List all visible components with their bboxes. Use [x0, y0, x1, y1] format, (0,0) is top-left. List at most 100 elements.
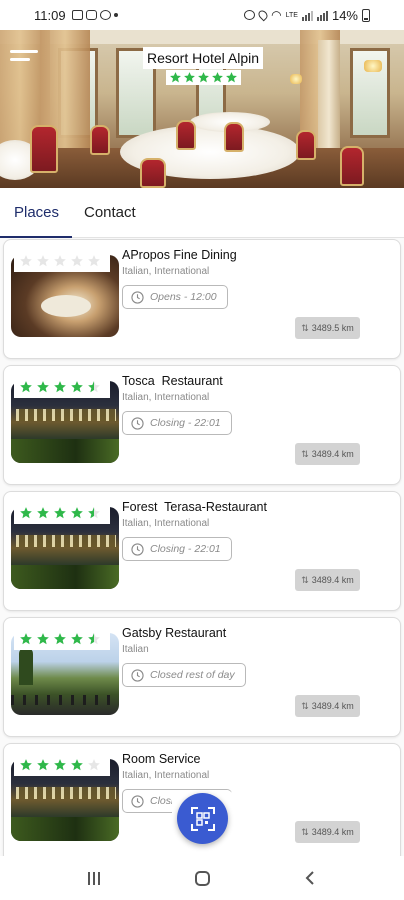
place-name: Room Service: [122, 752, 201, 766]
clock-icon: [131, 542, 144, 556]
opening-status: Closing - 22:01: [122, 411, 232, 435]
system-nav-bar: [0, 856, 404, 900]
hotel-name: Resort Hotel Alpin: [142, 47, 264, 69]
up-down-arrow-icon: ⇅: [301, 826, 309, 837]
star-icon: [19, 254, 33, 268]
place-card[interactable]: Forest Terasa-Restaurant Italian, Intern…: [3, 491, 401, 611]
hotel-rating: [165, 70, 241, 85]
up-down-arrow-icon: ⇅: [301, 700, 309, 711]
opening-status: Closing - 22:01: [122, 537, 232, 561]
places-list[interactable]: APropos Fine Dining Italian, Internation…: [0, 238, 404, 856]
place-rating: [14, 630, 110, 650]
system-icons: ◠ LTE 14%: [244, 8, 370, 23]
status-text: Opens - 12:00: [150, 291, 217, 303]
signal-icon-2: [316, 10, 328, 21]
star-icon: [19, 632, 33, 646]
signal-icon: [301, 10, 313, 21]
distance-text: 3489.4 km: [311, 575, 354, 585]
clock-icon: [131, 794, 144, 808]
recents-icon: [88, 871, 100, 885]
place-card[interactable]: Gatsby Restaurant Italian Closed rest of…: [3, 617, 401, 737]
place-rating: [14, 252, 110, 272]
star-icon: [87, 506, 101, 520]
star-icon: [36, 254, 50, 268]
qr-scan-button[interactable]: [177, 793, 228, 844]
distance-text: 3489.4 km: [311, 701, 354, 711]
place-cuisine: Italian: [122, 644, 149, 655]
place-card[interactable]: Tosca Restaurant Italian, International …: [3, 365, 401, 485]
dot-icon: [113, 13, 118, 17]
back-button[interactable]: [290, 863, 330, 893]
up-down-arrow-icon: ⇅: [301, 574, 309, 585]
star-icon: [36, 380, 50, 394]
star-icon: [70, 632, 84, 646]
fab-container: [172, 790, 234, 852]
distance-badge: ⇅ 3489.4 km: [295, 821, 360, 843]
star-icon: [53, 506, 67, 520]
status-text: Closing - 22:01: [150, 543, 221, 555]
place-card[interactable]: APropos Fine Dining Italian, Internation…: [3, 239, 401, 359]
place-name: APropos Fine Dining: [122, 248, 237, 262]
star-icon: [197, 71, 210, 84]
place-cuisine: Italian, International: [122, 266, 210, 277]
star-icon: [70, 254, 84, 268]
star-icon: [87, 758, 101, 772]
distance-badge: ⇅ 3489.4 km: [295, 569, 360, 591]
place-name: Forest Terasa-Restaurant: [122, 500, 267, 514]
place-name: Gatsby Restaurant: [122, 626, 227, 640]
clock-icon: [131, 290, 144, 304]
star-icon: [53, 254, 67, 268]
star-icon: [87, 632, 101, 646]
distance-badge: ⇅ 3489.4 km: [295, 443, 360, 465]
wifi-icon: ◠: [271, 8, 282, 22]
star-icon: [87, 254, 101, 268]
star-icon: [19, 758, 33, 772]
recents-button[interactable]: [74, 863, 114, 893]
place-rating: [14, 756, 110, 776]
star-icon: [19, 506, 33, 520]
place-cuisine: Italian, International: [122, 392, 210, 403]
location-icon: [256, 8, 270, 22]
screen-icon: [71, 10, 83, 20]
tab-contact[interactable]: Contact: [72, 188, 148, 238]
battery-percent: 14%: [331, 7, 358, 23]
star-icon: [36, 758, 50, 772]
status-bar: 11:09 ◠ LTE 14%: [0, 0, 404, 30]
message-icon: [85, 10, 97, 20]
home-button[interactable]: [182, 863, 222, 893]
distance-text: 3489.5 km: [311, 323, 354, 333]
place-cuisine: Italian, International: [122, 518, 210, 529]
distance-text: 3489.4 km: [311, 827, 354, 837]
star-icon: [87, 380, 101, 394]
alarm-icon: [244, 10, 256, 20]
star-icon: [36, 632, 50, 646]
hotel-header: Resort Hotel Alpin: [134, 47, 272, 85]
star-icon: [53, 632, 67, 646]
opening-status: Opens - 12:00: [122, 285, 228, 309]
distance-text: 3489.4 km: [311, 449, 354, 459]
status-time: 11:09: [34, 7, 66, 23]
battery-icon: [362, 8, 370, 22]
lte-label: LTE: [285, 11, 298, 19]
star-icon: [225, 71, 238, 84]
star-icon: [183, 71, 196, 84]
notification-icons: [71, 10, 118, 20]
star-icon: [36, 506, 50, 520]
tab-places[interactable]: Places: [0, 188, 72, 238]
up-down-arrow-icon: ⇅: [301, 322, 309, 333]
up-down-arrow-icon: ⇅: [301, 448, 309, 459]
star-icon: [211, 71, 224, 84]
back-icon: [305, 871, 314, 885]
status-text: Closing - 22:01: [150, 417, 221, 429]
star-icon: [70, 380, 84, 394]
hamburger-menu-icon[interactable]: [10, 50, 38, 70]
star-icon: [70, 758, 84, 772]
tab-bar: Places Contact: [0, 188, 404, 238]
distance-badge: ⇅ 3489.5 km: [295, 317, 360, 339]
star-icon: [53, 758, 67, 772]
star-icon: [19, 380, 33, 394]
at-icon: [99, 10, 111, 20]
star-icon: [53, 380, 67, 394]
clock-icon: [131, 416, 144, 430]
distance-badge: ⇅ 3489.4 km: [295, 695, 360, 717]
